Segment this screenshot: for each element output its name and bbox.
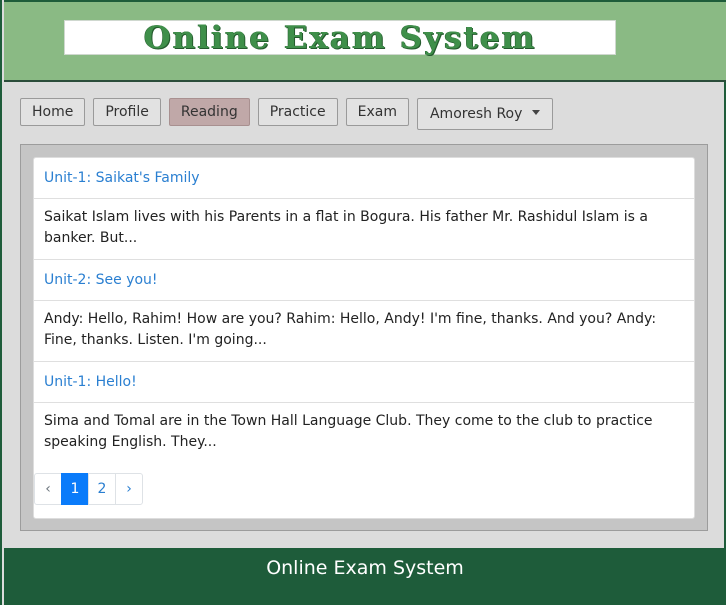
lesson-title-link[interactable]: Unit-2: See you! bbox=[44, 260, 684, 300]
content-panel: Unit-1: Saikat's Family Saikat Islam liv… bbox=[20, 144, 708, 531]
user-menu-button[interactable]: Amoresh Roy bbox=[416, 98, 554, 130]
nav-exam-button[interactable]: Exam bbox=[345, 98, 409, 126]
site-footer: Online Exam System bbox=[4, 548, 726, 605]
logo-text: Online Exam System bbox=[143, 19, 537, 56]
lesson-excerpt: Andy: Hello, Rahim! How are you? Rahim: … bbox=[34, 301, 694, 362]
caret-down-icon bbox=[532, 109, 541, 115]
lesson-excerpt: Sima and Tomal are in the Town Hall Lang… bbox=[44, 413, 653, 450]
page-1-button[interactable]: 1 bbox=[61, 473, 89, 505]
user-name: Amoresh Roy bbox=[429, 106, 523, 122]
prev-page-button[interactable]: ‹ bbox=[34, 473, 62, 505]
next-page-button[interactable]: › bbox=[115, 473, 143, 505]
page-frame: Online Exam System Home Profile Reading … bbox=[0, 0, 726, 605]
list-item: Unit-1: Hello! bbox=[34, 362, 694, 403]
nav-practice-button[interactable]: Practice bbox=[257, 98, 338, 126]
nav-home-button[interactable]: Home bbox=[20, 98, 86, 126]
pagination: ‹ 1 2 › bbox=[34, 473, 143, 505]
lesson-list: Unit-1: Saikat's Family Saikat Islam liv… bbox=[33, 157, 695, 519]
nav-reading-button[interactable]: Reading bbox=[168, 98, 250, 126]
nav-profile-button[interactable]: Profile bbox=[93, 98, 161, 126]
site-header: Online Exam System bbox=[4, 0, 726, 82]
list-item: Unit-1: Saikat's Family bbox=[34, 158, 694, 199]
footer-text: Online Exam System bbox=[266, 557, 464, 579]
main-nav: Home Profile Reading Practice Exam Amore… bbox=[20, 98, 554, 130]
site-logo: Online Exam System bbox=[64, 19, 616, 56]
lesson-excerpt: Saikat Islam lives with his Parents in a… bbox=[34, 199, 694, 260]
lesson-title-link[interactable]: Unit-1: Saikat's Family bbox=[44, 158, 684, 198]
lesson-title-link[interactable]: Unit-1: Hello! bbox=[44, 362, 684, 402]
page-2-button[interactable]: 2 bbox=[88, 473, 116, 505]
list-item: Unit-2: See you! bbox=[34, 260, 694, 301]
